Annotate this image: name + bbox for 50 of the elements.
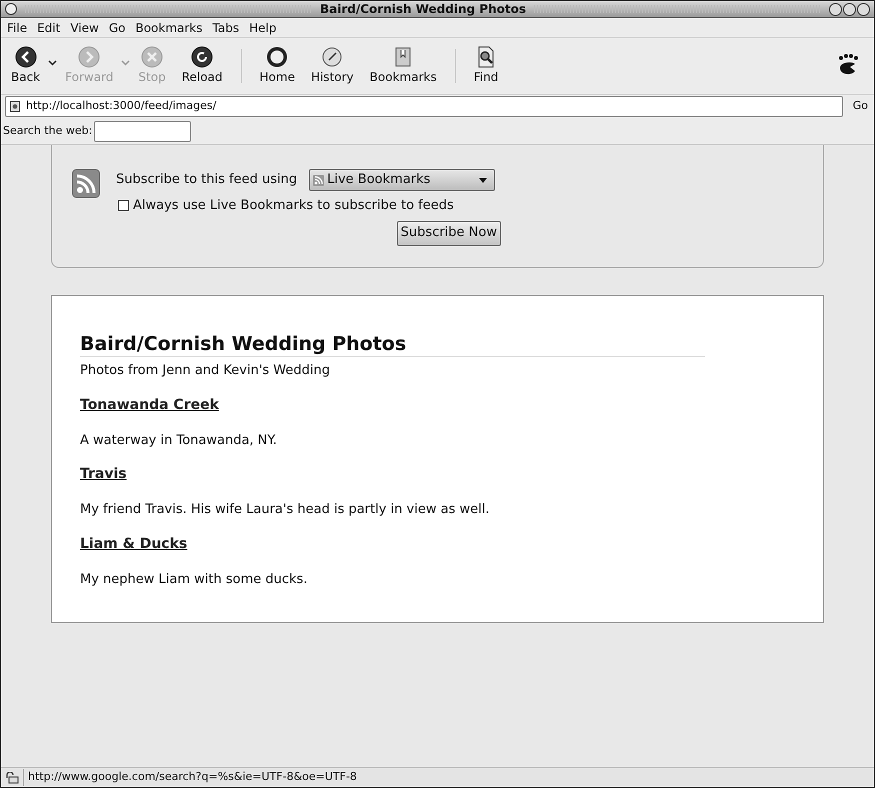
go-button[interactable]: Go: [846, 96, 874, 118]
always-checkbox[interactable]: [118, 200, 129, 212]
caret-icon: [479, 178, 488, 182]
feed-icon: [313, 174, 324, 186]
lock-icon: [5, 772, 19, 784]
subscribe-prompt: Subscribe to this feed using: [116, 171, 298, 190]
address-field[interactable]: http://localhost:3000/feed/images/: [5, 96, 843, 117]
feed-subtitle: Photos from Jenn and Kevin's Wedding: [80, 362, 332, 380]
minimize-icon[interactable]: [829, 2, 842, 16]
reader-dropdown[interactable]: Live Bookmarks: [309, 169, 496, 191]
entry-link[interactable]: Liam & Ducks: [80, 534, 188, 554]
toolbar-button[interactable]: Bookmarks: [362, 46, 445, 86]
reload-icon: [191, 46, 214, 68]
always-label: Always use Live Bookmarks to subscribe to feeds: [133, 197, 454, 215]
search-field[interactable]: [94, 120, 192, 142]
entry-link[interactable]: Travis: [80, 464, 127, 485]
title-bar-grip[interactable]: [534, 5, 821, 13]
search-label: Search the web:: [3, 122, 92, 139]
home-icon: [266, 46, 288, 68]
back-icon: [14, 46, 37, 68]
window-menu-icon[interactable]: [5, 3, 17, 15]
close-icon[interactable]: [857, 2, 870, 16]
maximize-icon[interactable]: [843, 2, 856, 16]
menu-item[interactable]: Tabs: [212, 18, 240, 36]
subscribe-button[interactable]: Subscribe Now: [396, 220, 501, 246]
status-text: http://www.google.com/search?q=%s&ie=UTF-8&oe=UTF-8: [23, 769, 357, 786]
menu-item[interactable]: View: [70, 18, 99, 36]
feed-title: Baird/Cornish Wedding Photos: [80, 333, 406, 355]
history-icon: [321, 46, 344, 68]
stop-icon: [141, 46, 164, 68]
feed-icon: [72, 169, 100, 198]
entry-description: A waterway in Tonawanda, NY.: [80, 432, 278, 450]
menu-item[interactable]: Edit: [37, 18, 60, 36]
entry-description: My friend Travis. His wife Laura's head is partly in view as well.: [80, 501, 490, 519]
menu-item[interactable]: Bookmarks: [135, 18, 203, 36]
entry-link[interactable]: Tonawanda Creek: [80, 394, 219, 416]
toolbar-button[interactable]: Back: [3, 46, 48, 86]
title-bar-grip[interactable]: [25, 5, 312, 13]
toolbar-button[interactable]: Home: [252, 46, 303, 86]
toolbar-button[interactable]: History: [302, 46, 362, 86]
window-title: Baird/Cornish Wedding Photos: [320, 1, 526, 18]
menu-item[interactable]: Go: [108, 18, 126, 36]
toolbar-button[interactable]: Find: [466, 46, 506, 86]
page-icon: [10, 101, 20, 112]
menu-item[interactable]: Help: [249, 18, 276, 36]
entry-description: My nephew Liam with some ducks.: [80, 570, 308, 588]
forward-icon: [78, 46, 100, 68]
caret-icon[interactable]: [48, 60, 58, 66]
toolbar-button[interactable]: Reload: [174, 46, 231, 86]
menu-item[interactable]: File: [7, 18, 28, 36]
